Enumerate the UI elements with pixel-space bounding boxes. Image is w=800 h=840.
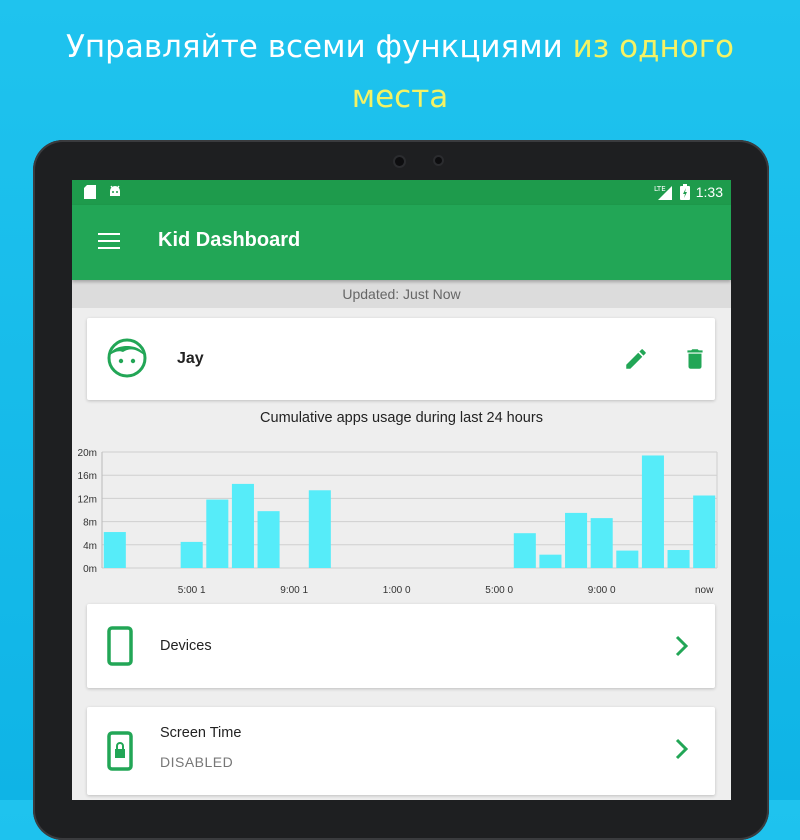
chart-bar — [257, 511, 280, 568]
chart-y-tick-label: 16m — [78, 471, 97, 482]
devices-row[interactable]: Devices — [87, 604, 715, 688]
chart-x-tick-label: 5:00 0 — [485, 585, 513, 596]
chart-y-tick-label: 0m — [83, 564, 97, 575]
phone-icon — [107, 626, 133, 666]
chart-x-tick-label: 9:00 1 — [280, 585, 308, 596]
promo-headline: Управляйте всеми функциями из одного мес… — [0, 22, 800, 122]
devices-label: Devices — [160, 638, 212, 654]
chart-y-tick-label: 20m — [78, 448, 97, 459]
kid-name: Jay — [177, 350, 204, 367]
edit-icon[interactable] — [623, 346, 649, 372]
chart-bar — [616, 550, 639, 568]
locked-phone-icon — [107, 731, 133, 771]
chart-bar — [539, 554, 562, 568]
promo-highlight2: места — [351, 79, 449, 115]
promo-highlight1: из одного — [572, 29, 734, 65]
chart-bar — [308, 490, 331, 568]
network-type: LTE — [654, 185, 666, 193]
chart-y-tick-label: 12m — [78, 494, 97, 505]
chart-title: Cumulative apps usage during last 24 hou… — [260, 410, 543, 426]
delete-icon[interactable] — [682, 346, 708, 372]
usage-chart: 20m 16m 12m 8m 4m 0m 5:00 1 9:00 1 1:00 0 5:00 0 9… — [72, 442, 731, 602]
app-bar: Kid Dashboard — [72, 205, 731, 280]
chart-bar — [565, 512, 588, 568]
chart-bar — [667, 550, 690, 568]
chart-bar — [231, 483, 254, 568]
chart-y-tick-label: 8m — [83, 518, 97, 529]
chart-bar — [103, 532, 126, 568]
chart-bar — [590, 518, 613, 568]
chart-x-tick-label: 5:00 1 — [178, 585, 206, 596]
device-screen: LTE 1:33 Kid Dashboard Updated: Just Now… — [72, 180, 731, 800]
kid-avatar-icon — [107, 338, 147, 378]
kid-card[interactable]: Jay — [87, 318, 715, 400]
promo-line1: Управляйте всеми функциями — [66, 29, 563, 65]
chevron-right-icon[interactable] — [669, 737, 693, 761]
screen-time-row[interactable]: Screen Time DISABLED — [87, 707, 715, 795]
chart-bar — [513, 533, 536, 568]
updated-status: Updated: Just Now — [72, 280, 731, 308]
status-bar: LTE 1:33 — [72, 180, 731, 205]
chart-bar — [180, 541, 203, 568]
chart-bar — [206, 499, 229, 568]
menu-button[interactable] — [98, 233, 120, 249]
clock: 1:33 — [695, 184, 723, 200]
screen-time-label: Screen Time — [160, 725, 242, 741]
sensor-icon — [435, 157, 442, 164]
chart-bar — [693, 495, 716, 568]
chart-x-tick-label: now — [695, 585, 714, 596]
signal-icon: LTE — [654, 185, 672, 200]
chart-bar — [641, 455, 664, 568]
front-camera-icon — [395, 157, 404, 166]
battery-icon — [679, 184, 690, 200]
chart-x-tick-label: 9:00 0 — [588, 585, 616, 596]
chevron-right-icon[interactable] — [669, 634, 693, 658]
chart-x-tick-label: 1:00 0 — [383, 585, 411, 596]
usage-chart-svg: 20m 16m 12m 8m 4m 0m 5:00 1 9:00 1 1:00 0 5:00 0 9… — [78, 448, 718, 596]
app-title: Kid Dashboard — [158, 229, 301, 251]
sd-card-icon — [84, 185, 96, 199]
android-icon — [110, 185, 120, 196]
chart-y-tick-label: 4m — [83, 541, 97, 552]
screen-time-status: DISABLED — [160, 754, 234, 770]
